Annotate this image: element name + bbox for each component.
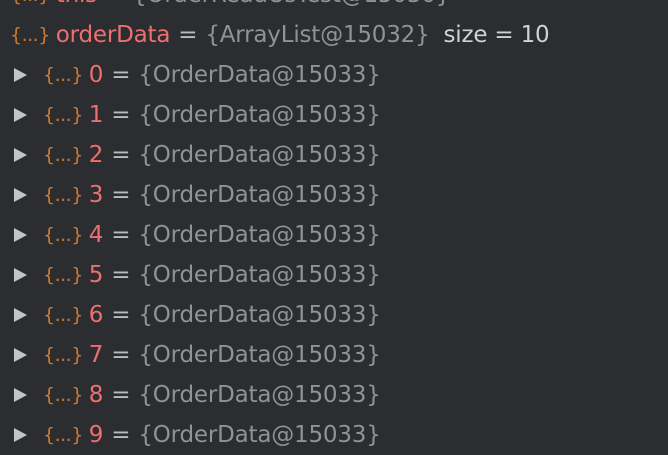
equals-sign: = bbox=[111, 382, 131, 408]
object-badge-icon: {...} bbox=[43, 184, 83, 206]
equals-sign: = bbox=[105, 0, 124, 8]
variable-value: {OrderReadUsTest@15030} bbox=[132, 0, 450, 8]
object-badge-icon: {...} bbox=[43, 144, 83, 166]
equals-sign: = bbox=[111, 182, 131, 208]
element-index: 5 bbox=[88, 262, 104, 288]
equals-sign: = bbox=[111, 102, 131, 128]
object-badge-icon: {...} bbox=[43, 104, 83, 126]
tree-row-this[interactable]: {...} this = {OrderReadUsTest@15030} bbox=[0, 0, 668, 15]
element-index: 1 bbox=[88, 102, 104, 128]
tree-row-orderData[interactable]: {...} orderData = {ArrayList@15032} size… bbox=[0, 15, 668, 55]
expand-arrow-icon[interactable] bbox=[14, 188, 27, 202]
expand-arrow-icon[interactable] bbox=[14, 68, 27, 82]
object-badge-icon: {...} bbox=[43, 304, 83, 326]
object-badge-icon: {...} bbox=[43, 64, 83, 86]
expand-arrow-icon[interactable] bbox=[14, 308, 27, 322]
equals-sign: = bbox=[111, 222, 131, 248]
object-badge-icon: {...} bbox=[43, 344, 83, 366]
element-value: {OrderData@15033} bbox=[138, 182, 381, 208]
equals-sign: = bbox=[111, 262, 131, 288]
tree-row-item-1[interactable]: {...} 1 = {OrderData@15033} bbox=[0, 95, 668, 135]
tree-row-item-5[interactable]: {...} 5 = {OrderData@15033} bbox=[0, 255, 668, 295]
element-index: 6 bbox=[88, 302, 104, 328]
equals-sign: = bbox=[111, 62, 131, 88]
expand-arrow-icon[interactable] bbox=[14, 148, 27, 162]
tree-row-item-3[interactable]: {...} 3 = {OrderData@15033} bbox=[0, 175, 668, 215]
element-value: {OrderData@15033} bbox=[138, 102, 381, 128]
object-badge-icon: {...} bbox=[43, 264, 83, 286]
equals-sign: = bbox=[111, 422, 131, 448]
element-index: 3 bbox=[88, 182, 104, 208]
tree-row-item-4[interactable]: {...} 4 = {OrderData@15033} bbox=[0, 215, 668, 255]
tree-row-item-7[interactable]: {...} 7 = {OrderData@15033} bbox=[0, 335, 668, 375]
tree-row-item-6[interactable]: {...} 6 = {OrderData@15033} bbox=[0, 295, 668, 335]
object-badge-icon: {...} bbox=[43, 424, 83, 446]
variable-name: orderData bbox=[55, 22, 171, 48]
expand-arrow-icon[interactable] bbox=[14, 228, 27, 242]
expand-arrow-icon[interactable] bbox=[14, 428, 27, 442]
equals-sign: = bbox=[178, 22, 198, 48]
expand-arrow-icon[interactable] bbox=[14, 388, 27, 402]
element-value: {OrderData@15033} bbox=[138, 382, 381, 408]
tree-row-item-9[interactable]: {...} 9 = {OrderData@15033} bbox=[0, 415, 668, 455]
element-value: {OrderData@15033} bbox=[138, 262, 381, 288]
expand-arrow-icon[interactable] bbox=[14, 348, 27, 362]
object-badge-icon: {...} bbox=[10, 24, 50, 46]
object-badge-icon: {...} bbox=[43, 224, 83, 246]
element-index: 2 bbox=[88, 142, 104, 168]
element-value: {OrderData@15033} bbox=[138, 142, 381, 168]
element-value: {OrderData@15033} bbox=[138, 302, 381, 328]
equals-sign: = bbox=[111, 302, 131, 328]
variable-value: {ArrayList@15032} bbox=[205, 22, 430, 48]
element-value: {OrderData@15033} bbox=[138, 222, 381, 248]
variable-name: this bbox=[56, 0, 97, 8]
tree-row-item-2[interactable]: {...} 2 = {OrderData@15033} bbox=[0, 135, 668, 175]
object-badge-icon: {...} bbox=[43, 384, 83, 406]
equals-sign: = bbox=[111, 142, 131, 168]
expand-arrow-icon[interactable] bbox=[14, 108, 27, 122]
element-index: 9 bbox=[88, 422, 104, 448]
object-badge-icon: {...} bbox=[10, 0, 50, 6]
element-index: 4 bbox=[88, 222, 104, 248]
element-index: 7 bbox=[88, 342, 104, 368]
variables-tree: {...} this = {OrderReadUsTest@15030} {..… bbox=[0, 0, 668, 455]
element-value: {OrderData@15033} bbox=[138, 422, 381, 448]
element-index: 8 bbox=[88, 382, 104, 408]
collection-size-label: size = 10 bbox=[443, 22, 550, 48]
tree-row-item-0[interactable]: {...} 0 = {OrderData@15033} bbox=[0, 55, 668, 95]
tree-row-item-8[interactable]: {...} 8 = {OrderData@15033} bbox=[0, 375, 668, 415]
element-index: 0 bbox=[88, 62, 104, 88]
element-value: {OrderData@15033} bbox=[138, 342, 381, 368]
equals-sign: = bbox=[111, 342, 131, 368]
expand-arrow-icon[interactable] bbox=[14, 268, 27, 282]
element-value: {OrderData@15033} bbox=[138, 62, 381, 88]
